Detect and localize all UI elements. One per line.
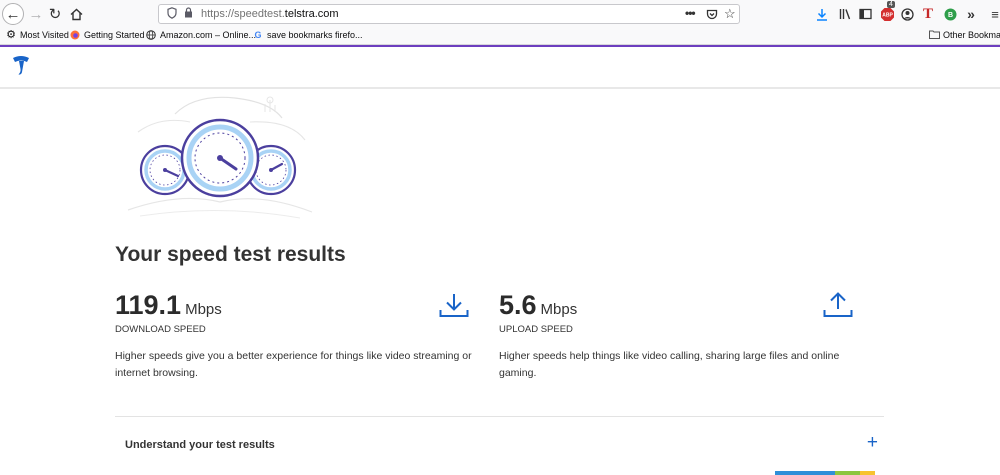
section-divider [115, 416, 884, 417]
forward-button[interactable]: → [26, 4, 46, 24]
other-bookmarks-folder[interactable]: Other Bookmarks [929, 30, 1000, 40]
download-speed-label: DOWNLOAD SPEED [115, 324, 206, 335]
hamburger-menu-icon[interactable]: ≡ [990, 6, 1000, 22]
tracking-shield-icon[interactable] [167, 7, 177, 22]
bookmark-amazon[interactable]: Amazon.com – Online... [146, 30, 256, 40]
folder-icon [929, 30, 940, 40]
firefox-icon [70, 30, 80, 40]
bookmark-getting-started[interactable]: Getting Started [70, 30, 145, 40]
url-text[interactable]: https://speedtest.telstra.com [201, 8, 339, 20]
reload-icon: ↻ [48, 6, 62, 23]
upload-icon [823, 292, 853, 317]
speedometer-illustration [127, 96, 313, 219]
accordion-title[interactable]: Understand your test results [125, 439, 275, 451]
upload-speed-label: UPLOAD SPEED [499, 324, 573, 335]
home-icon [70, 8, 82, 20]
svg-text:ABP: ABP [882, 12, 893, 18]
adblock-badge: 4 [887, 1, 895, 8]
bookmark-save-bookmarks[interactable]: G save bookmarks firefo... [253, 30, 362, 40]
download-speed-description: Higher speeds give you a better experien… [115, 350, 472, 379]
url-bar[interactable]: https://speedtest.telstra.com ••• ☆ [158, 4, 740, 24]
pocket-icon[interactable] [706, 6, 718, 24]
downloads-icon[interactable] [815, 6, 829, 22]
extension-t-icon[interactable]: T [921, 6, 935, 22]
bookmark-star-icon[interactable]: ☆ [724, 6, 736, 22]
browser-toolbar: ← → ↻ https://speedtest.telstra.com ••• … [0, 0, 1000, 28]
sidebar-icon[interactable] [858, 6, 872, 22]
partial-banner-strip [775, 471, 875, 475]
overflow-chevron-icon[interactable]: » [964, 6, 978, 22]
download-result: 119.1 Mbps DOWNLOAD SPEED Higher speeds g… [115, 290, 485, 379]
telstra-logo[interactable] [11, 55, 31, 77]
globe-icon [146, 30, 156, 40]
back-button[interactable]: ← [2, 3, 24, 25]
back-arrow-icon: ← [5, 5, 21, 23]
results-title: Your speed test results [115, 243, 346, 266]
site-header [0, 47, 1000, 89]
extension-green-icon[interactable]: B [943, 6, 957, 22]
download-speed-unit: Mbps [185, 301, 222, 318]
svg-text:B: B [947, 12, 952, 19]
expand-plus-icon[interactable]: + [867, 433, 878, 452]
reload-button[interactable]: ↻ [45, 4, 65, 24]
upload-speed-value: 5.6 [499, 290, 537, 320]
bookmarks-toolbar: ⚙ Most Visited Getting Started Amazon.co… [0, 28, 1000, 45]
account-icon[interactable] [900, 6, 914, 22]
page-actions-icon[interactable]: ••• [685, 6, 696, 20]
bookmark-most-visited[interactable]: ⚙ Most Visited [6, 29, 69, 41]
understand-results-accordion[interactable]: Understand your test results + [115, 430, 884, 460]
upload-speed-description: Higher speeds help things like video cal… [499, 350, 840, 379]
adblock-icon[interactable]: ABP 4 [879, 1, 895, 22]
upload-result: 5.6 Mbps UPLOAD SPEED Higher speeds help … [499, 290, 869, 379]
download-icon [439, 294, 469, 317]
google-icon: G [254, 30, 262, 40]
library-icon[interactable] [838, 6, 852, 22]
upload-speed-unit: Mbps [540, 301, 578, 318]
gear-icon: ⚙ [6, 29, 16, 41]
forward-arrow-icon: → [28, 5, 44, 23]
home-button[interactable] [66, 4, 86, 24]
lock-icon[interactable] [184, 7, 193, 21]
download-speed-value: 119.1 [115, 290, 182, 320]
